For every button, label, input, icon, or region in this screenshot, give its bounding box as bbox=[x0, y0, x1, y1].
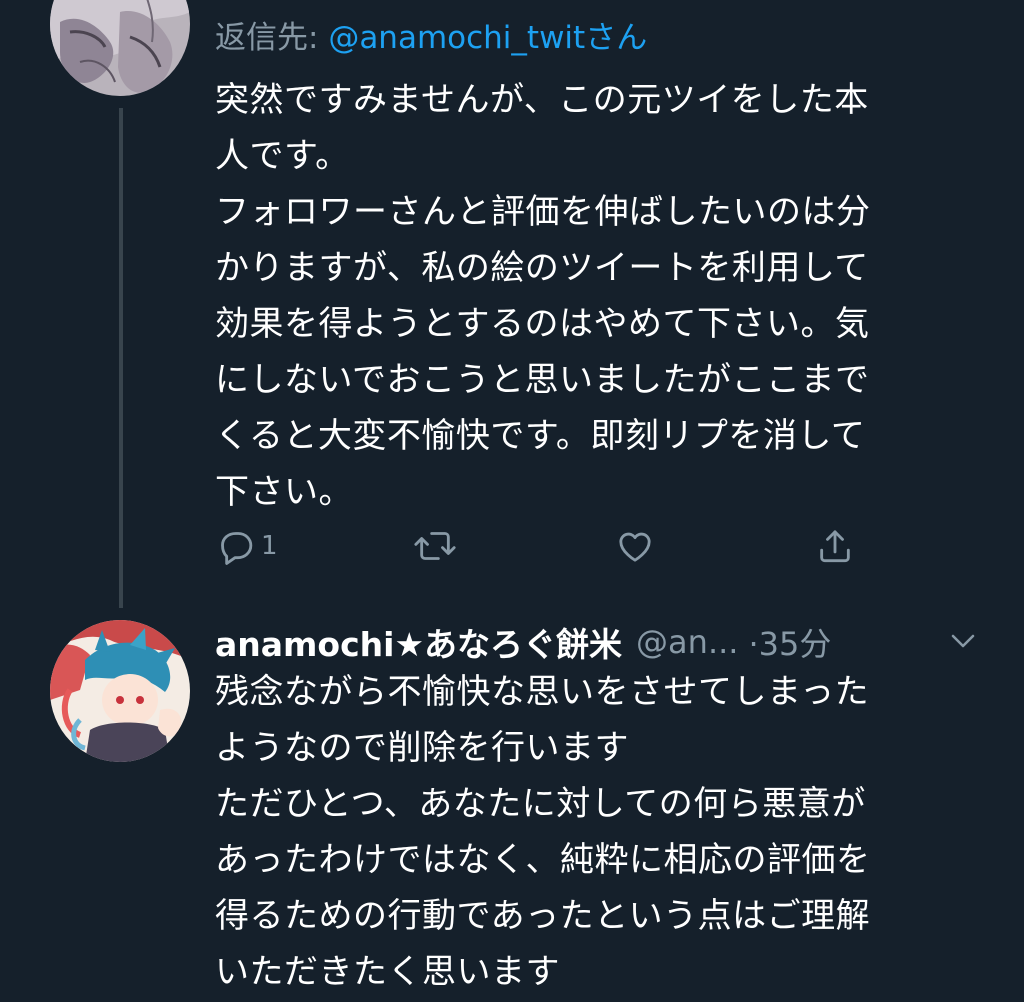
replying-to-prefix: 返信先: bbox=[215, 20, 329, 56]
heart-icon bbox=[619, 532, 651, 562]
tweet2-text-line: 残念ながら不愉快な思いをさせてしまった bbox=[215, 672, 870, 712]
tweet1-text: 突然ですみませんが、この元ツイをした本 人です。 フォロワーさんと評価を伸ばした… bbox=[215, 72, 871, 520]
share-button[interactable] bbox=[815, 522, 855, 570]
replying-to: 返信先: @anamochi_twitさん bbox=[215, 12, 647, 57]
tweet1-text-line: にしないでおこうと思いましたがここまで bbox=[215, 360, 870, 400]
tweet1-text-line: 突然ですみませんが、この元ツイをした本 bbox=[215, 80, 869, 120]
tweet2-text-line: ただひとつ、あなたに対しての何ら悪意が bbox=[215, 784, 866, 824]
tweet2-text-line: いただきたく思います bbox=[215, 952, 560, 992]
author-handle[interactable]: @an... bbox=[636, 623, 738, 661]
retweet-icon bbox=[414, 532, 456, 560]
tweet2-text: 残念ながら不愉快な思いをさせてしまった ようなので削除を行います ただひとつ、あ… bbox=[215, 664, 871, 1000]
tweet2-header: anamochi★あなろぐ餅米 @an... ·35分 bbox=[215, 614, 831, 670]
share-icon bbox=[820, 530, 850, 563]
avatar-illustration-icon bbox=[50, 0, 190, 96]
thread-connector-line bbox=[119, 108, 123, 608]
tweet1-text-line: 人です。 bbox=[215, 136, 350, 176]
reply-button[interactable]: 1 bbox=[215, 522, 278, 570]
tweet1-text-line: かりますが、私の絵のツイートを利用して bbox=[215, 248, 869, 288]
reply-icon bbox=[221, 532, 253, 565]
tweet2-text-line: ようなので削除を行います bbox=[215, 728, 629, 768]
like-button[interactable] bbox=[615, 522, 655, 570]
tweet-menu-button[interactable] bbox=[948, 628, 978, 658]
tweet1-text-line: 下さい。 bbox=[215, 472, 353, 512]
tweet1-text-line: フォロワーさんと評価を伸ばしたいのは分 bbox=[215, 192, 871, 232]
avatar-reply-author[interactable] bbox=[50, 0, 190, 96]
avatar-illustration-icon bbox=[50, 620, 190, 762]
tweet-thread: 返信先: @anamochi_twitさん 突然ですみませんが、この元ツイをした… bbox=[0, 0, 1024, 1002]
replying-to-handle-link[interactable]: @anamochi_twit bbox=[328, 20, 585, 56]
reply-count: 1 bbox=[261, 531, 278, 561]
author-display-name[interactable]: anamochi★あなろぐ餅米 bbox=[215, 618, 622, 666]
tweet-timestamp[interactable]: ·35分 bbox=[748, 619, 831, 665]
tweet2-text-line: 得るための行動であったという点はご理解 bbox=[215, 896, 871, 936]
tweet1-text-line: くると大変不愉快です。即刻リプを消して bbox=[215, 416, 866, 456]
tweet2-text-line: あったわけではなく、純粋に相応の評価を bbox=[215, 840, 871, 880]
tweet1-text-line: 効果を得ようとするのはやめて下さい。気 bbox=[215, 304, 870, 344]
avatar-anamochi[interactable] bbox=[50, 620, 190, 762]
retweet-button[interactable] bbox=[413, 522, 457, 570]
tweet1-action-bar: 1 bbox=[215, 522, 875, 570]
chevron-down-icon bbox=[951, 634, 975, 648]
replying-to-suffix: さん bbox=[585, 20, 648, 56]
